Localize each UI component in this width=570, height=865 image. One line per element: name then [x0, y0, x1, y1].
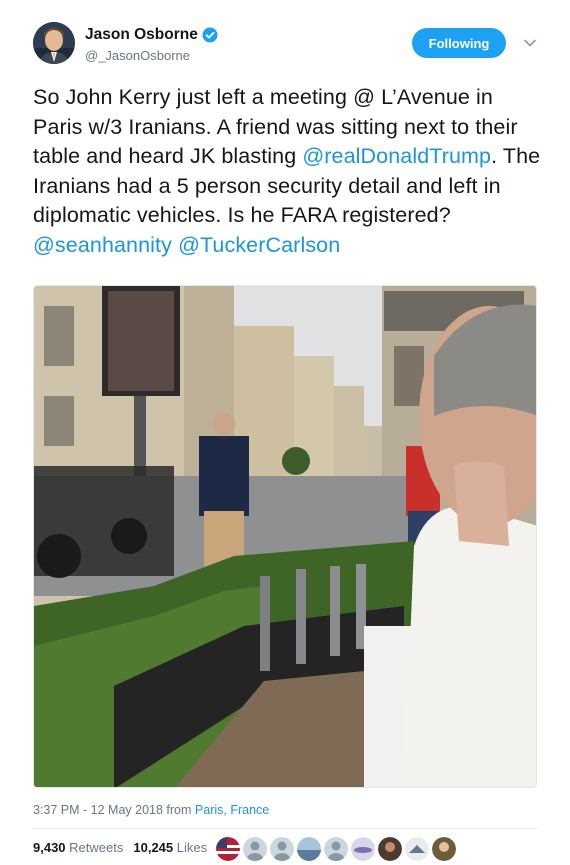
verified-badge-icon — [202, 27, 218, 43]
tweet-stats: 9,430 Retweets 10,245 Likes — [33, 840, 207, 855]
author-name-text: Jason Osborne — [85, 26, 198, 43]
chevron-down-icon[interactable] — [523, 36, 537, 50]
retweets-count: 9,430 — [33, 840, 66, 855]
tweet-header: Jason Osborne @_JasonOsborne Following — [33, 22, 543, 70]
liker-avatar[interactable] — [270, 837, 294, 861]
mention-link[interactable]: @seanhannity — [33, 233, 172, 257]
likes-stat[interactable]: 10,245 Likes — [133, 840, 207, 855]
liker-avatar[interactable] — [297, 837, 321, 861]
liker-avatar[interactable] — [243, 837, 267, 861]
tweet-meta: 3:37 PM - 12 May 2018 from Paris, France — [33, 803, 269, 817]
author-handle[interactable]: @_JasonOsborne — [85, 48, 218, 63]
from-label: from — [166, 803, 192, 817]
liker-avatar[interactable] — [432, 837, 456, 861]
retweets-stat[interactable]: 9,430 Retweets — [33, 840, 123, 855]
liker-avatar[interactable] — [351, 837, 375, 861]
liker-avatar[interactable] — [378, 837, 402, 861]
likes-label: Likes — [176, 840, 208, 855]
liker-avatars — [216, 837, 456, 863]
author-name[interactable]: Jason Osborne — [85, 26, 218, 44]
likes-count: 10,245 — [133, 840, 174, 855]
mention-link[interactable]: @realDonaldTrump — [302, 144, 491, 168]
tweet-photo[interactable] — [33, 285, 537, 788]
timestamp[interactable]: 3:37 PM - 12 May 2018 — [33, 803, 163, 817]
liker-avatar[interactable] — [405, 837, 429, 861]
retweets-label: Retweets — [69, 840, 124, 855]
divider — [33, 828, 537, 829]
liker-avatar[interactable] — [324, 837, 348, 861]
liker-avatar[interactable] — [216, 837, 240, 861]
author-avatar[interactable] — [33, 22, 75, 64]
mention-link[interactable]: @TuckerCarlson — [178, 233, 340, 257]
tweet-text: So John Kerry just left a meeting @ L’Av… — [33, 83, 541, 260]
following-button[interactable]: Following — [412, 28, 506, 58]
location-link[interactable]: Paris, France — [195, 803, 269, 817]
